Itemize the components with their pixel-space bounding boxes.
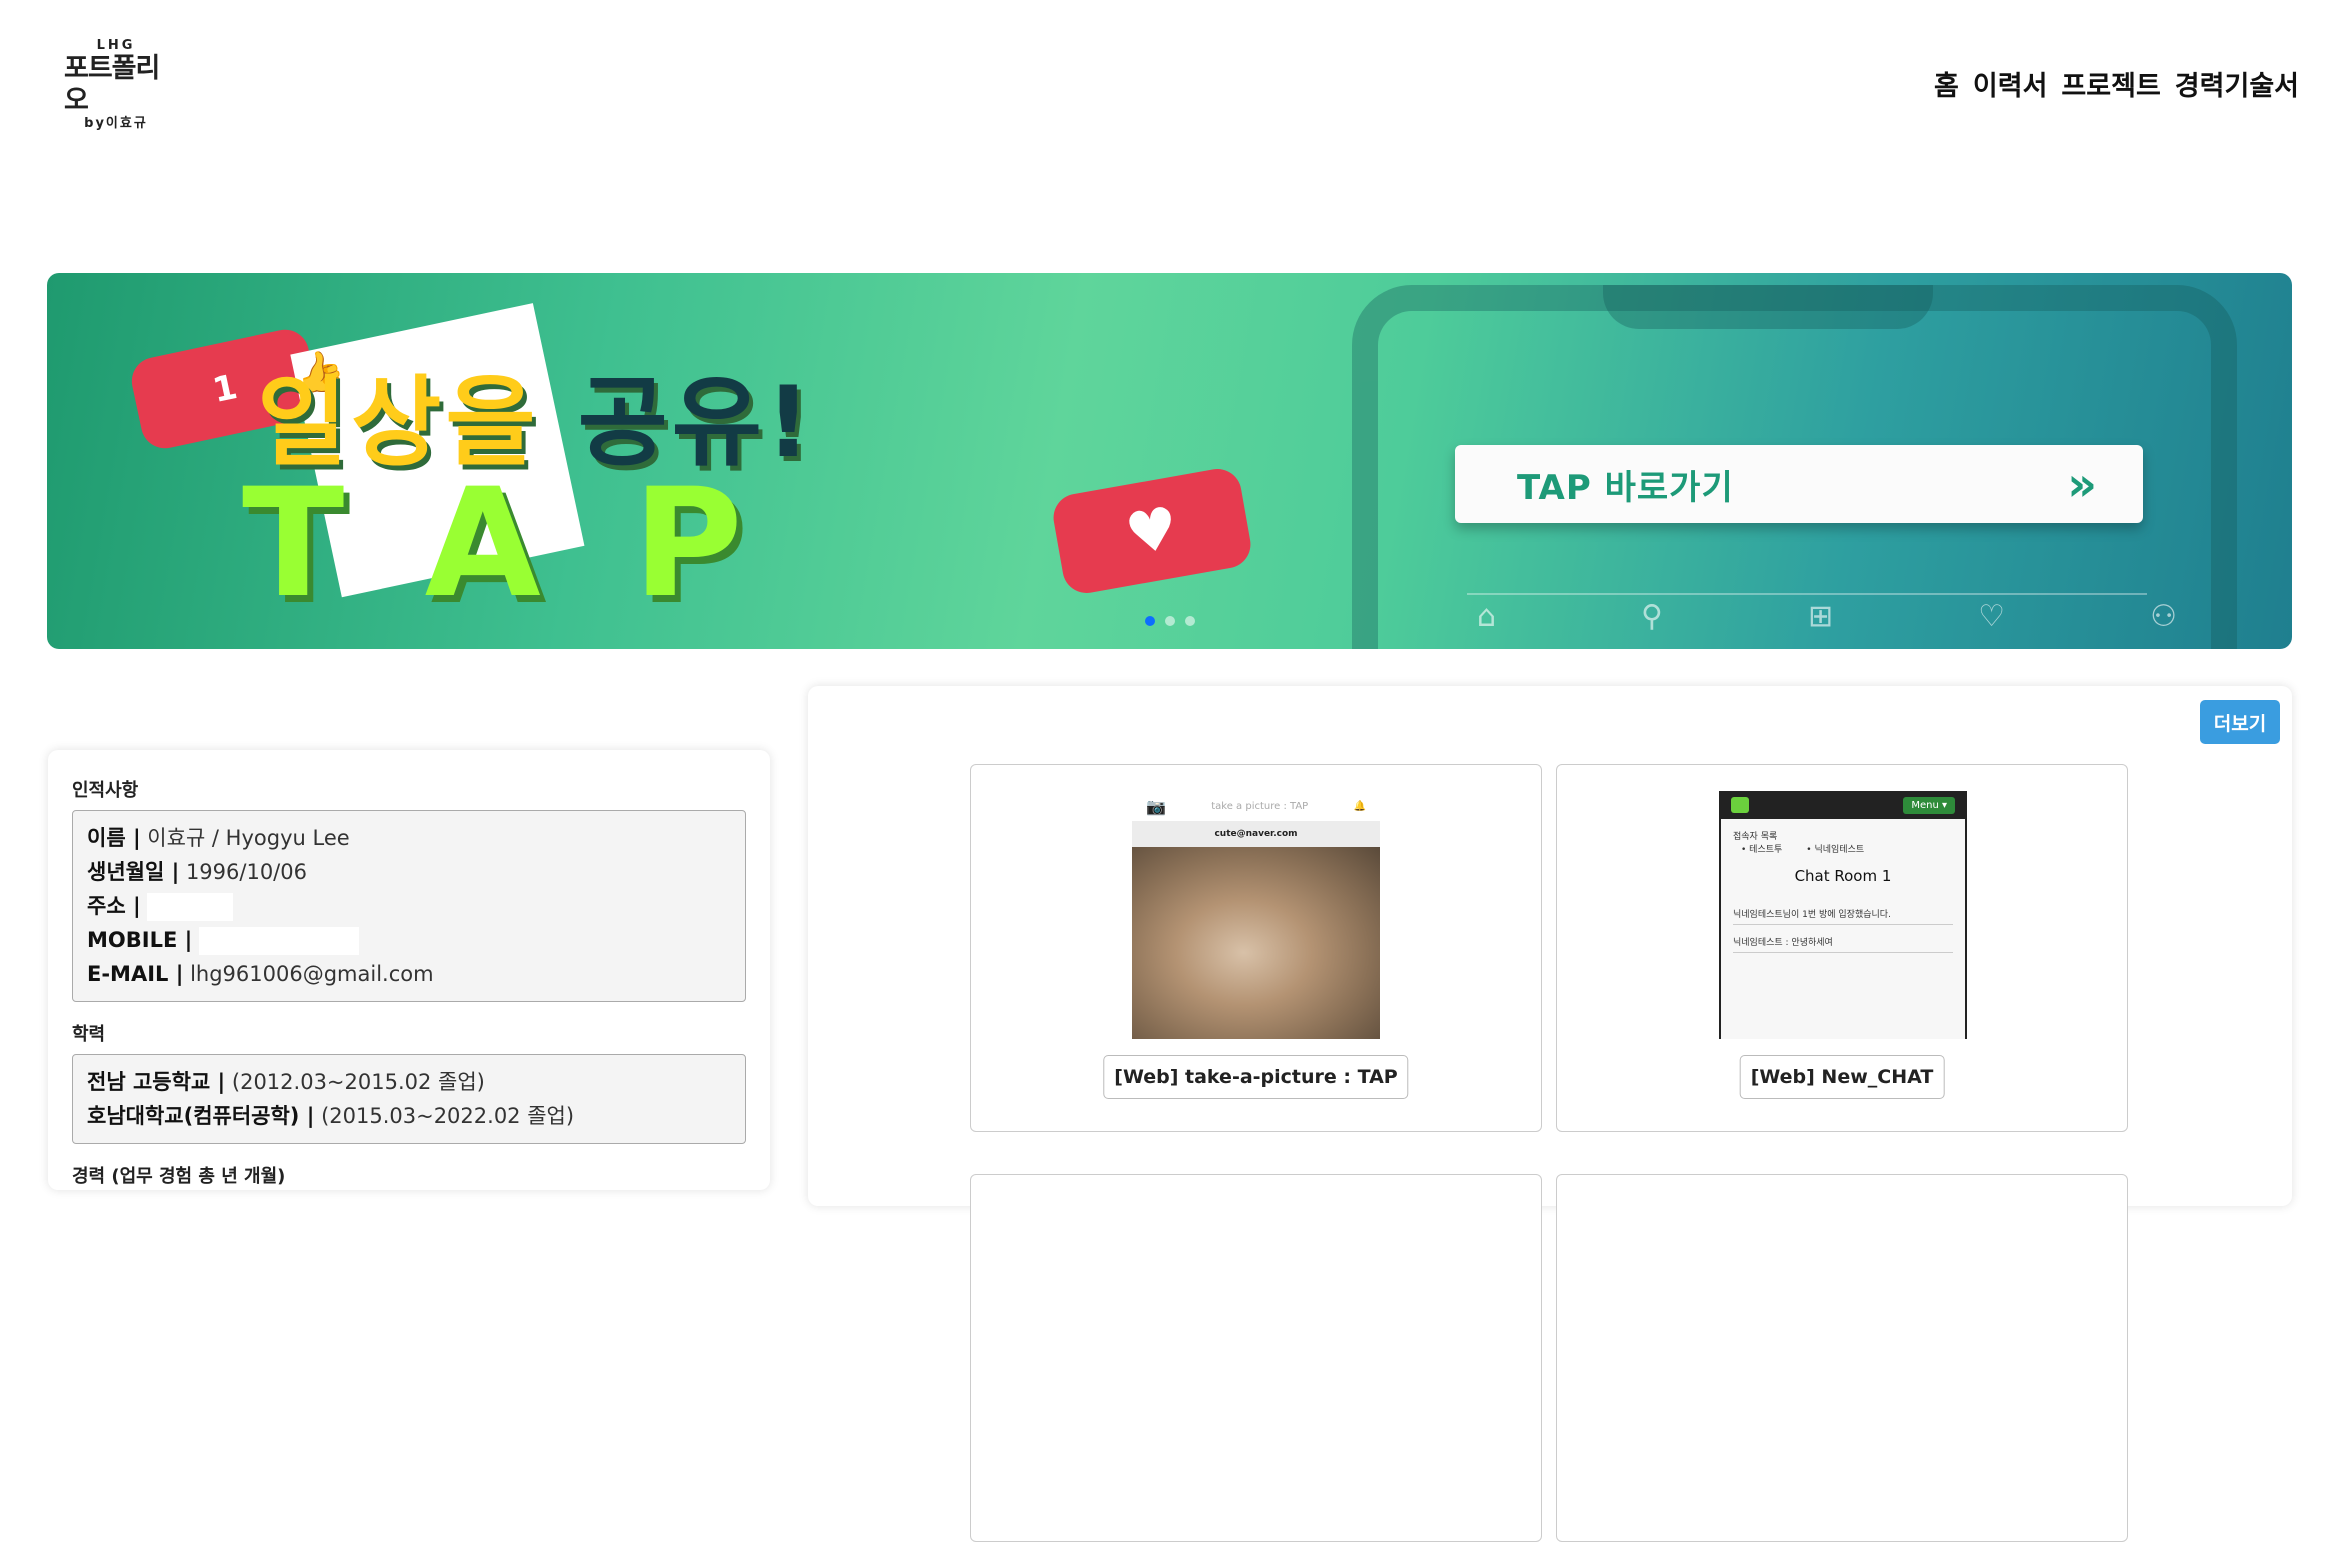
thumb-msg-2: 닉네임테스트 : 안녕하세여: [1733, 935, 1953, 953]
double-chevron-right-icon: »: [2067, 457, 2096, 511]
add-icon: ⊞: [1808, 599, 1834, 634]
address-redacted: [147, 893, 234, 921]
mobile-redacted: [198, 927, 359, 955]
projects-panel: 더보기 📷 take a picture : TAP 🔔 cute@naver.…: [808, 686, 2292, 1542]
education-row-1: 전남 고등학교 | (2012.03~2015.02 졸업): [87, 1065, 731, 1099]
birth-row: 생년월일 | 1996/10/06: [87, 855, 731, 889]
mobile-row: MOBILE |: [87, 923, 731, 957]
bell-icon: 🔔: [1353, 800, 1366, 812]
edu1-label: 전남 고등학교 |: [87, 1070, 226, 1094]
profile-card: 인적사항 이름 | 이효규 / Hyogyu Lee 생년월일 | 1996/1…: [48, 750, 770, 1190]
edu2-value: (2015.03~2022.02 졸업): [314, 1104, 575, 1128]
thumb-msg-1: 닉네임테스트님이 1번 방에 입장했습니다.: [1733, 907, 1953, 925]
thumb-user-list: • 테스트투 • 닉네임테스트: [1733, 842, 1953, 855]
banner-slide: 👍 1 일상을 공유! TAP ♥ TAP 바로가기 » ⌂ ⚲ ⊞ ♡ ⚇: [47, 273, 2292, 649]
banner-carousel[interactable]: 👍 1 일상을 공유! TAP ♥ TAP 바로가기 » ⌂ ⚲ ⊞ ♡ ⚇: [47, 273, 2292, 649]
carousel-dot-3[interactable]: [1185, 616, 1195, 626]
site-header: LHG 포트폴리오 by이효규 홈 이력서 프로젝트 경력기술서: [0, 0, 2339, 170]
birth-label: 생년월일 |: [87, 860, 180, 884]
phone-divider: [1467, 593, 2147, 595]
heart-outline-icon: ♡: [1978, 599, 2006, 634]
nav-career[interactable]: 경력기술서: [2175, 64, 2299, 103]
name-row: 이름 | 이효규 / Hyogyu Lee: [87, 821, 731, 855]
camera-icon: 📷: [1146, 796, 1166, 816]
project-thumbnail: 📷 take a picture : TAP 🔔 cute@naver.com: [1132, 791, 1380, 1039]
heart-icon: ♥: [1049, 465, 1255, 597]
home-icon: ⌂: [1477, 599, 1497, 634]
thumb-topbar: Menu ▾: [1719, 791, 1967, 819]
thumb-user-2: • 닉네임테스트: [1806, 845, 1865, 855]
nav-home[interactable]: 홈: [1934, 64, 1959, 103]
project-label[interactable]: [Web] take-a-picture : TAP: [1103, 1055, 1409, 1099]
project-card-4[interactable]: [1556, 1174, 2128, 1542]
edu2-label: 호남대학교(컴퓨터공학) |: [87, 1104, 315, 1128]
education-box: 전남 고등학교 | (2012.03~2015.02 졸업) 호남대학교(컴퓨터…: [72, 1054, 746, 1144]
thumb-topbar: 📷 take a picture : TAP 🔔: [1132, 791, 1380, 821]
hamster-photo: [1132, 847, 1380, 1039]
personal-info-title: 인적사항: [72, 780, 139, 801]
career-title: 경력 (업무 경험 총 년 개월): [72, 1166, 286, 1187]
banner-tap-text: TAP: [242, 457, 835, 631]
tap-link-button[interactable]: TAP 바로가기 »: [1455, 445, 2143, 523]
project-card-tap[interactable]: 📷 take a picture : TAP 🔔 cute@naver.com …: [970, 764, 1542, 1132]
like-count: 1: [209, 366, 241, 412]
project-thumbnail: Menu ▾ 접속자 목록 • 테스트투 • 닉네임테스트 Chat Room …: [1719, 791, 1967, 1039]
mobile-label: MOBILE |: [87, 928, 193, 952]
email-label: E-MAIL |: [87, 962, 184, 986]
phone-tabbar: ⌂ ⚲ ⊞ ♡ ⚇: [1477, 599, 2177, 634]
carousel-dot-1[interactable]: [1145, 616, 1155, 626]
email-row: E-MAIL | lhg961006@gmail.com: [87, 957, 731, 991]
email-value: lhg961006@gmail.com: [183, 962, 434, 986]
chat-logo-icon: [1731, 797, 1749, 813]
education-row-2: 호남대학교(컴퓨터공학) | (2015.03~2022.02 졸업): [87, 1099, 731, 1133]
tap-link-label: TAP 바로가기: [1517, 467, 1734, 508]
edu1-value: (2012.03~2015.02 졸업): [225, 1070, 485, 1094]
project-card-chat[interactable]: Menu ▾ 접속자 목록 • 테스트투 • 닉네임테스트 Chat Room …: [1556, 764, 2128, 1132]
thumb-user: cute@naver.com: [1132, 821, 1380, 847]
main-nav: 홈 이력서 프로젝트 경력기술서: [1934, 64, 2299, 103]
nav-resume[interactable]: 이력서: [1973, 64, 2048, 103]
logo-bottom-text: by이효규: [84, 116, 148, 131]
search-icon: ⚲: [1641, 599, 1664, 634]
thumb-menu: Menu ▾: [1903, 796, 1955, 814]
name-value: 이효규 / Hyogyu Lee: [140, 826, 350, 850]
personal-info-box: 이름 | 이효규 / Hyogyu Lee 생년월일 | 1996/10/06 …: [72, 810, 746, 1002]
thumb-title: take a picture : TAP: [1211, 800, 1309, 812]
phone-notch: [1603, 285, 1933, 329]
address-label: 주소 |: [87, 894, 141, 918]
thumb-user-1: • 테스트투: [1741, 845, 1783, 855]
logo-main-text: 포트폴리오: [64, 53, 160, 116]
logo-top-text: LHG: [96, 38, 136, 53]
address-row: 주소 |: [87, 889, 731, 923]
nav-projects[interactable]: 프로젝트: [2061, 64, 2160, 103]
carousel-indicators: [1145, 616, 1195, 626]
user-icon: ⚇: [2150, 599, 2177, 634]
carousel-dot-2[interactable]: [1165, 616, 1175, 626]
education-title: 학력: [72, 1024, 106, 1045]
site-logo[interactable]: LHG 포트폴리오 by이효규: [64, 39, 168, 131]
more-button[interactable]: 더보기: [2200, 700, 2280, 744]
thumb-chat-body: 접속자 목록 • 테스트투 • 닉네임테스트 Chat Room 1 닉네임테스…: [1719, 819, 1967, 1039]
name-label: 이름 |: [87, 826, 141, 850]
project-card-3[interactable]: [970, 1174, 1542, 1542]
thumb-room-title: Chat Room 1: [1794, 867, 1892, 885]
thumb-users-title: 접속자 목록: [1733, 832, 1778, 842]
birth-value: 1996/10/06: [179, 860, 307, 884]
project-label[interactable]: [Web] New_CHAT: [1739, 1055, 1945, 1099]
